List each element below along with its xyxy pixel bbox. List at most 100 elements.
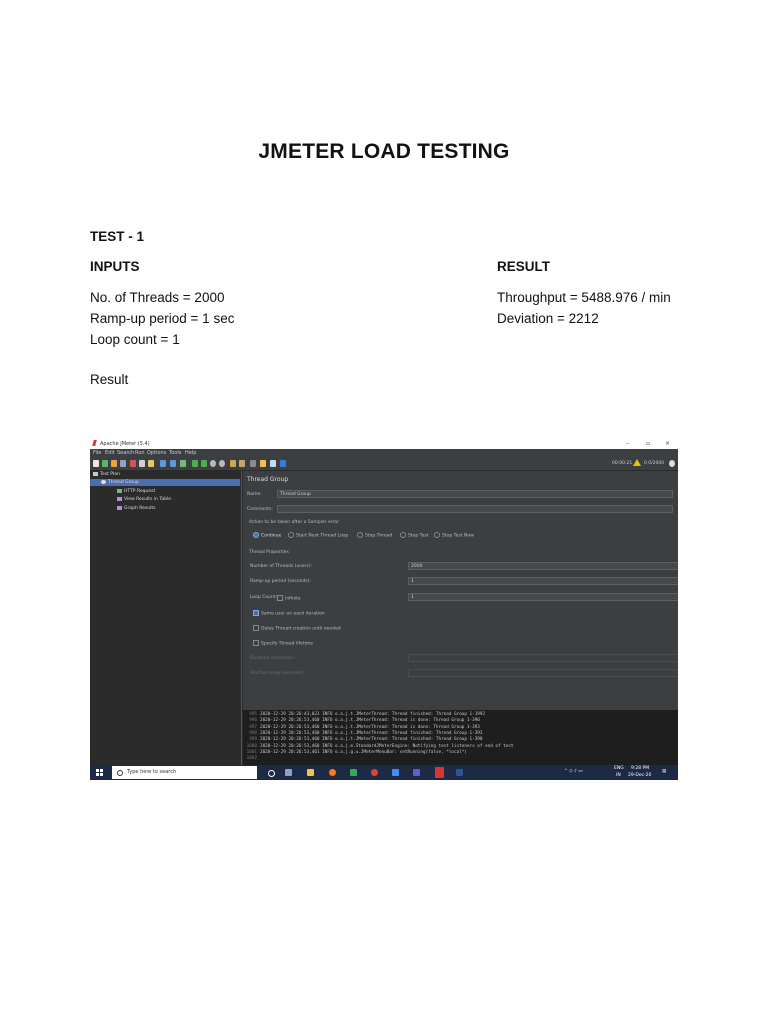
language-indicator[interactable]: ENG xyxy=(614,766,624,771)
radio-label: Stop Test xyxy=(408,533,429,539)
cut-icon[interactable] xyxy=(130,460,136,467)
chrome-icon[interactable] xyxy=(371,769,378,776)
result-throughput: Throughput = 5488.976 / min xyxy=(497,290,671,305)
name-field[interactable]: Thread Group xyxy=(277,490,673,498)
toggle-icon[interactable] xyxy=(180,460,186,467)
clock-date[interactable]: 29-Dec-20 xyxy=(628,773,651,778)
tree-item-http-request[interactable]: HTTP Request xyxy=(117,488,155,495)
table-chart-icon xyxy=(117,496,122,501)
start-icon[interactable] xyxy=(192,460,198,467)
thread-lifetime-checkbox[interactable]: Specify Thread lifetime xyxy=(253,640,313,647)
radio-stop-test[interactable]: Stop Test xyxy=(400,532,429,539)
tree-item-view-results-table[interactable]: View Results in Table xyxy=(117,496,171,503)
menu-run[interactable]: Run xyxy=(135,450,145,456)
same-user-checkbox[interactable]: Same user on each iteration xyxy=(253,610,325,617)
test-label: TEST - 1 xyxy=(90,229,145,244)
thread-group-panel: Thread Group Name: Thread Group Comments… xyxy=(243,471,678,707)
menu-file[interactable]: File xyxy=(93,450,101,456)
loop-count-field[interactable]: 1 xyxy=(408,593,678,601)
radio-icon xyxy=(434,532,440,538)
minimize-button[interactable]: – xyxy=(626,440,629,447)
gear-icon xyxy=(101,479,106,484)
word-icon[interactable] xyxy=(456,769,463,776)
save-icon[interactable] xyxy=(120,460,126,467)
new-icon[interactable] xyxy=(93,460,99,467)
people-icon[interactable] xyxy=(392,769,399,776)
clear-icon[interactable] xyxy=(230,460,236,467)
radio-selected-icon xyxy=(253,532,259,538)
paste-icon[interactable] xyxy=(148,460,154,467)
tree-item-thread-group[interactable]: Thread Group xyxy=(90,479,240,486)
window-title: Apache JMeter (5.4) xyxy=(100,441,150,447)
log-line-number: 1000 xyxy=(246,743,257,749)
log-line-text: 2020-12-29 20:26:53,460 INFO o.a.j.t.JMe… xyxy=(260,724,480,730)
threads-label: Number of Threads (users): xyxy=(250,564,312,569)
search-icon[interactable] xyxy=(250,460,256,467)
clock-time[interactable]: 9:28 PM xyxy=(631,766,649,771)
startup-delay-field[interactable] xyxy=(408,669,678,677)
help-icon[interactable] xyxy=(280,460,286,467)
task-view-icon[interactable] xyxy=(285,769,292,776)
close-button[interactable]: × xyxy=(665,440,670,447)
radio-icon xyxy=(288,532,294,538)
jmeter-logo-icon xyxy=(92,440,97,446)
maximize-button[interactable]: ▫ xyxy=(646,440,650,447)
radio-continue[interactable]: Continue xyxy=(253,532,281,539)
radio-icon xyxy=(400,532,406,538)
menu-edit[interactable]: Edit xyxy=(105,450,115,456)
menu-tools[interactable]: Tools xyxy=(169,450,181,456)
shutdown-icon[interactable] xyxy=(219,460,225,467)
copy-icon[interactable] xyxy=(139,460,145,467)
windows-start-icon[interactable] xyxy=(96,769,103,776)
reset-search-icon[interactable] xyxy=(260,460,266,467)
test-plan-icon xyxy=(93,471,98,476)
collapse-icon[interactable] xyxy=(170,460,176,467)
tree-item-test-plan[interactable]: Test Plan xyxy=(93,471,120,478)
rampup-field[interactable]: 1 xyxy=(408,577,678,585)
active-threads-counter: 0 0/2000 xyxy=(644,461,665,466)
app-icon[interactable] xyxy=(413,769,420,776)
checkbox-checked-icon xyxy=(253,610,259,616)
log-line-text: 2020-12-29 20:26:53,460 INFO o.a.j.e.Sta… xyxy=(260,743,514,749)
remote-status-icon[interactable] xyxy=(669,460,675,467)
menu-search[interactable]: Search xyxy=(117,450,134,456)
log-line-number: 996 xyxy=(249,718,257,724)
duration-field[interactable] xyxy=(408,654,678,662)
warning-icon[interactable] xyxy=(633,459,641,466)
tree-item-graph-results[interactable]: Graph Results xyxy=(117,505,155,512)
notification-icon[interactable]: ▤ xyxy=(662,769,666,774)
menu-help[interactable]: Help xyxy=(185,450,196,456)
file-explorer-icon[interactable] xyxy=(307,769,314,776)
delay-thread-checkbox[interactable]: Delay Thread creation until needed xyxy=(253,625,341,632)
checkbox-icon xyxy=(277,595,283,601)
toolbar: 00:00:21 0 0/2000 xyxy=(90,457,678,471)
comments-field[interactable] xyxy=(277,505,673,513)
store-icon[interactable] xyxy=(350,769,357,776)
taskbar-search-box[interactable]: Type here to search xyxy=(112,766,257,779)
threads-field[interactable]: 2000 xyxy=(408,562,678,570)
clear-all-icon[interactable] xyxy=(239,460,245,467)
stop-icon[interactable] xyxy=(210,460,216,467)
function-helper-icon[interactable] xyxy=(270,460,276,467)
input-threads: No. of Threads = 2000 xyxy=(90,290,225,305)
region-indicator[interactable]: IN xyxy=(616,773,621,778)
infinite-checkbox[interactable]: Infinite xyxy=(277,595,301,602)
cortana-icon[interactable] xyxy=(268,770,275,777)
tray-icons[interactable]: ⌃ ◇ ♪ ▭ xyxy=(564,769,583,774)
firefox-icon[interactable] xyxy=(329,769,336,776)
startup-delay-label: Startup delay (seconds): xyxy=(250,671,306,676)
radio-icon xyxy=(357,532,363,538)
checkbox-label: Same user on each iteration xyxy=(261,611,325,617)
window-titlebar: Apache JMeter (5.4) – ▫ × xyxy=(90,438,678,449)
templates-icon[interactable] xyxy=(102,460,108,467)
start-no-pauses-icon[interactable] xyxy=(201,460,207,467)
radio-stop-test-now[interactable]: Stop Test Now xyxy=(434,532,474,539)
open-icon[interactable] xyxy=(111,460,117,467)
radio-start-next-loop[interactable]: Start Next Thread Loop xyxy=(288,532,348,539)
jmeter-taskbar-icon[interactable] xyxy=(435,767,444,778)
result-deviation: Deviation = 2212 xyxy=(497,311,599,326)
input-loop-count: Loop count = 1 xyxy=(90,332,180,347)
expand-icon[interactable] xyxy=(160,460,166,467)
radio-stop-thread[interactable]: Stop Thread xyxy=(357,532,392,539)
menu-options[interactable]: Options xyxy=(147,450,166,456)
